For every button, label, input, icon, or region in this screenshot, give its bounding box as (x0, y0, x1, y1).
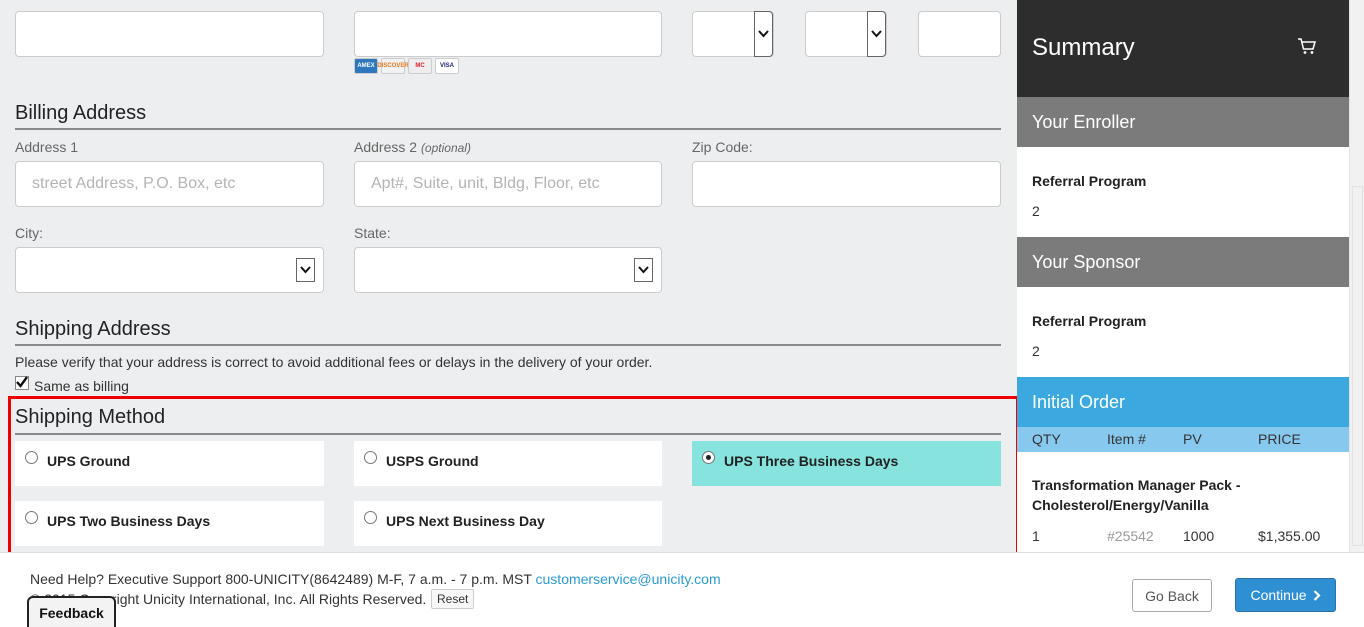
expiry-year-select[interactable] (805, 11, 887, 57)
address2-field[interactable] (354, 161, 662, 207)
name-on-card-input[interactable] (16, 12, 323, 56)
go-back-button[interactable]: Go Back (1132, 579, 1212, 612)
help-text: Need Help? Executive Support 800-UNICITY… (30, 571, 721, 587)
zip-label: Zip Code: (692, 139, 753, 155)
zip-input[interactable] (693, 162, 1000, 206)
card-logo-visa: VISA (435, 58, 459, 74)
state-label: State: (354, 225, 391, 241)
feedback-tab[interactable]: Feedback (27, 596, 116, 627)
address1-field[interactable] (15, 161, 324, 207)
enroller-program: Referral Program (1032, 173, 1147, 189)
col-price: PRICE (1258, 431, 1301, 447)
card-number-input[interactable] (355, 12, 661, 56)
shipping-address-title: Shipping Address (15, 318, 171, 340)
enroller-body: Referral Program 2 (1017, 147, 1349, 237)
order-item-price: $1,355.00 (1258, 528, 1321, 544)
sponsor-program: Referral Program (1032, 313, 1147, 329)
card-logo-mc: MC (408, 58, 432, 74)
shipping-method-highlight (8, 396, 1019, 563)
same-as-billing-label: Same as billing (34, 378, 129, 394)
summary-panel: Summary Your Enroller Referral Program 2… (1017, 0, 1349, 552)
continue-button[interactable]: Continue (1235, 578, 1336, 612)
card-logo-discover: DISCOVER (377, 58, 409, 74)
continue-label: Continue (1250, 587, 1307, 603)
shipping-address-divider (15, 344, 1001, 346)
sponsor-value: 2 (1032, 343, 1040, 359)
city-select[interactable] (15, 247, 324, 293)
order-item-pv: 1000 (1183, 528, 1215, 544)
chevron-down-icon (754, 11, 773, 57)
card-logo-amex: AMEX (354, 58, 378, 74)
reset-button[interactable]: Reset (431, 589, 475, 609)
chevron-down-icon (634, 258, 653, 282)
city-label: City: (15, 225, 43, 241)
address2-input[interactable] (355, 162, 661, 206)
cvv-input[interactable] (919, 12, 1000, 56)
name-on-card-field[interactable] (15, 11, 324, 57)
summary-title: Summary (1032, 34, 1135, 61)
col-pv: PV (1183, 431, 1202, 447)
enroller-heading: Your Enroller (1017, 97, 1349, 147)
order-item-qty: 1 (1032, 528, 1040, 544)
order-item-name: Transformation Manager Pack - Cholestero… (1032, 477, 1241, 513)
sponsor-body: Referral Program 2 (1017, 287, 1349, 377)
state-select[interactable] (354, 247, 662, 293)
billing-divider (15, 128, 1001, 130)
chevron-down-icon (867, 11, 886, 57)
chevron-right-icon (1313, 589, 1321, 601)
order-columns: QTY Item # PV PRICE (1017, 427, 1349, 452)
chevron-down-icon (296, 258, 315, 282)
enroller-value: 2 (1032, 203, 1040, 219)
address2-label: Address 2 (optional) (354, 139, 471, 155)
card-number-field[interactable] (354, 11, 662, 57)
scrollbar-thumb[interactable] (1352, 186, 1363, 546)
page-scrollbar[interactable]: ▼ (1349, 0, 1364, 627)
col-item: Item # (1107, 431, 1146, 447)
address1-input[interactable] (16, 162, 323, 206)
zip-field[interactable] (692, 161, 1001, 207)
card-brand-logos: AMEX DISCOVER MC VISA (354, 58, 459, 74)
address1-label: Address 1 (15, 139, 79, 155)
billing-title: Billing Address (15, 102, 147, 124)
cart-icon[interactable] (1297, 36, 1317, 56)
shipping-address-notice: Please verify that your address is corre… (15, 354, 653, 370)
page-footer: Need Help? Executive Support 800-UNICITY… (0, 552, 1364, 627)
order-line-item: Transformation Manager Pack - Cholestero… (1017, 452, 1349, 552)
support-email-link[interactable]: customerservice@unicity.com (536, 571, 721, 587)
col-qty: QTY (1032, 431, 1061, 447)
summary-header: Summary (1017, 0, 1349, 97)
order-item-number: #25542 (1107, 528, 1154, 544)
initial-order-heading: Initial Order (1017, 377, 1349, 427)
checkmark-icon (16, 376, 28, 388)
same-as-billing-checkbox[interactable] (15, 376, 29, 390)
cvv-field[interactable] (918, 11, 1001, 57)
sponsor-heading: Your Sponsor (1017, 237, 1349, 287)
expiry-month-select[interactable] (692, 11, 774, 57)
